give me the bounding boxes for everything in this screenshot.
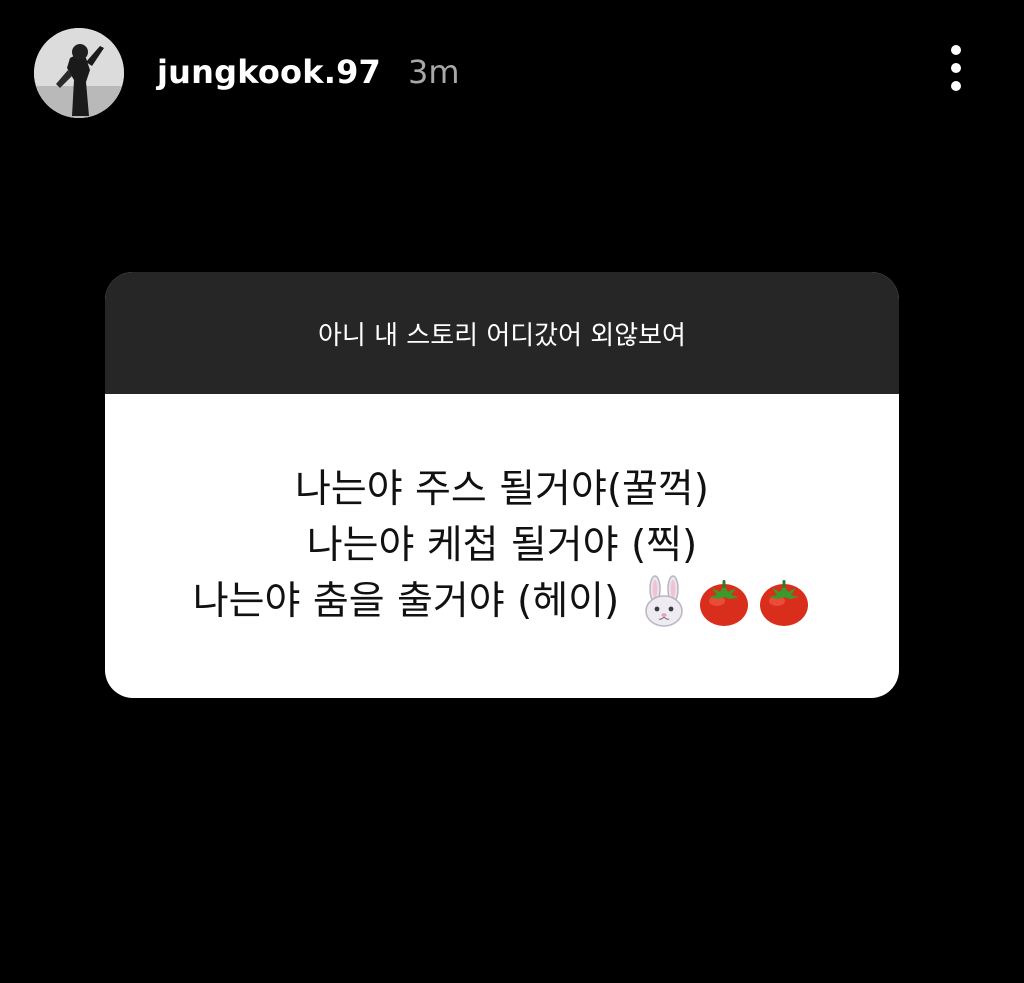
question-sticker: 아니 내 스토리 어디갔어 외않보여 나는야 주스 될거야(꿀꺽) 나는야 케첩… (105, 272, 899, 698)
answer-line: 나는야 케첩 될거야 (찍) (307, 518, 698, 574)
answer-line-text: 나는야 주스 될거야(꿀꺽) (294, 467, 710, 512)
more-vertical-icon (951, 45, 961, 91)
tomato-icon (697, 575, 751, 629)
answer-line-text: 나는야 춤을 출거야 (헤이) (192, 579, 620, 624)
question-text: 아니 내 스토리 어디갔어 외않보여 (318, 320, 686, 351)
rabbit-face-icon (637, 575, 691, 629)
emoji-row (631, 575, 811, 629)
timestamp: 3m (408, 53, 460, 91)
answer-line-text: 나는야 케첩 될거야 (찍) (306, 523, 698, 568)
more-options-button[interactable] (932, 36, 980, 100)
tomato-icon (757, 575, 811, 629)
story-header: jungkook.97 3m (0, 0, 1024, 140)
avatar[interactable] (34, 28, 124, 118)
profile-photo-icon (34, 28, 124, 118)
question-header: 아니 내 스토리 어디갔어 외않보여 (105, 272, 899, 394)
username[interactable]: jungkook.97 (157, 50, 381, 94)
answer-line: 나는야 춤을 출거야 (헤이) (193, 574, 811, 630)
answer-line: 나는야 주스 될거야(꿀꺽) (295, 462, 709, 518)
answer-body: 나는야 주스 될거야(꿀꺽) 나는야 케첩 될거야 (찍) 나는야 춤을 출거야… (105, 394, 899, 698)
